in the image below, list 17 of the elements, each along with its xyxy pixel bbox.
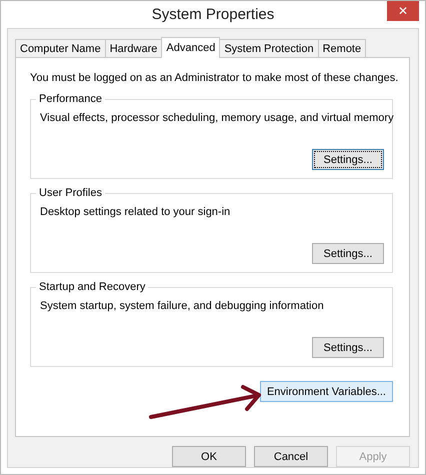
dialog-button[interactable]: Cancel [254, 446, 328, 467]
group-description: Desktop settings related to your sign-in [40, 206, 230, 219]
settings-button[interactable]: Settings... [312, 243, 384, 264]
group-description: Visual effects, processor scheduling, memory usage, and virtual memory [40, 112, 394, 125]
admin-notice: You must be logged on as an Administrator to make most of these changes. [30, 72, 398, 85]
settings-button[interactable]: Settings... [312, 337, 384, 358]
tab[interactable]: System Protection [219, 39, 319, 57]
close-button[interactable]: ✕ [387, 1, 419, 21]
environment-variables-button[interactable]: Environment Variables... [260, 381, 393, 402]
settings-button[interactable]: Settings... [312, 149, 384, 170]
tab[interactable]: Computer Name [15, 39, 106, 57]
window-title: System Properties [152, 6, 274, 24]
tab[interactable]: Advanced [161, 37, 220, 58]
group-description: System startup, system failure, and debugging information [40, 300, 324, 313]
group-title: Startup and Recovery [36, 281, 148, 294]
dialog-button[interactable]: OK [172, 446, 246, 467]
tab[interactable]: Remote [318, 39, 366, 57]
